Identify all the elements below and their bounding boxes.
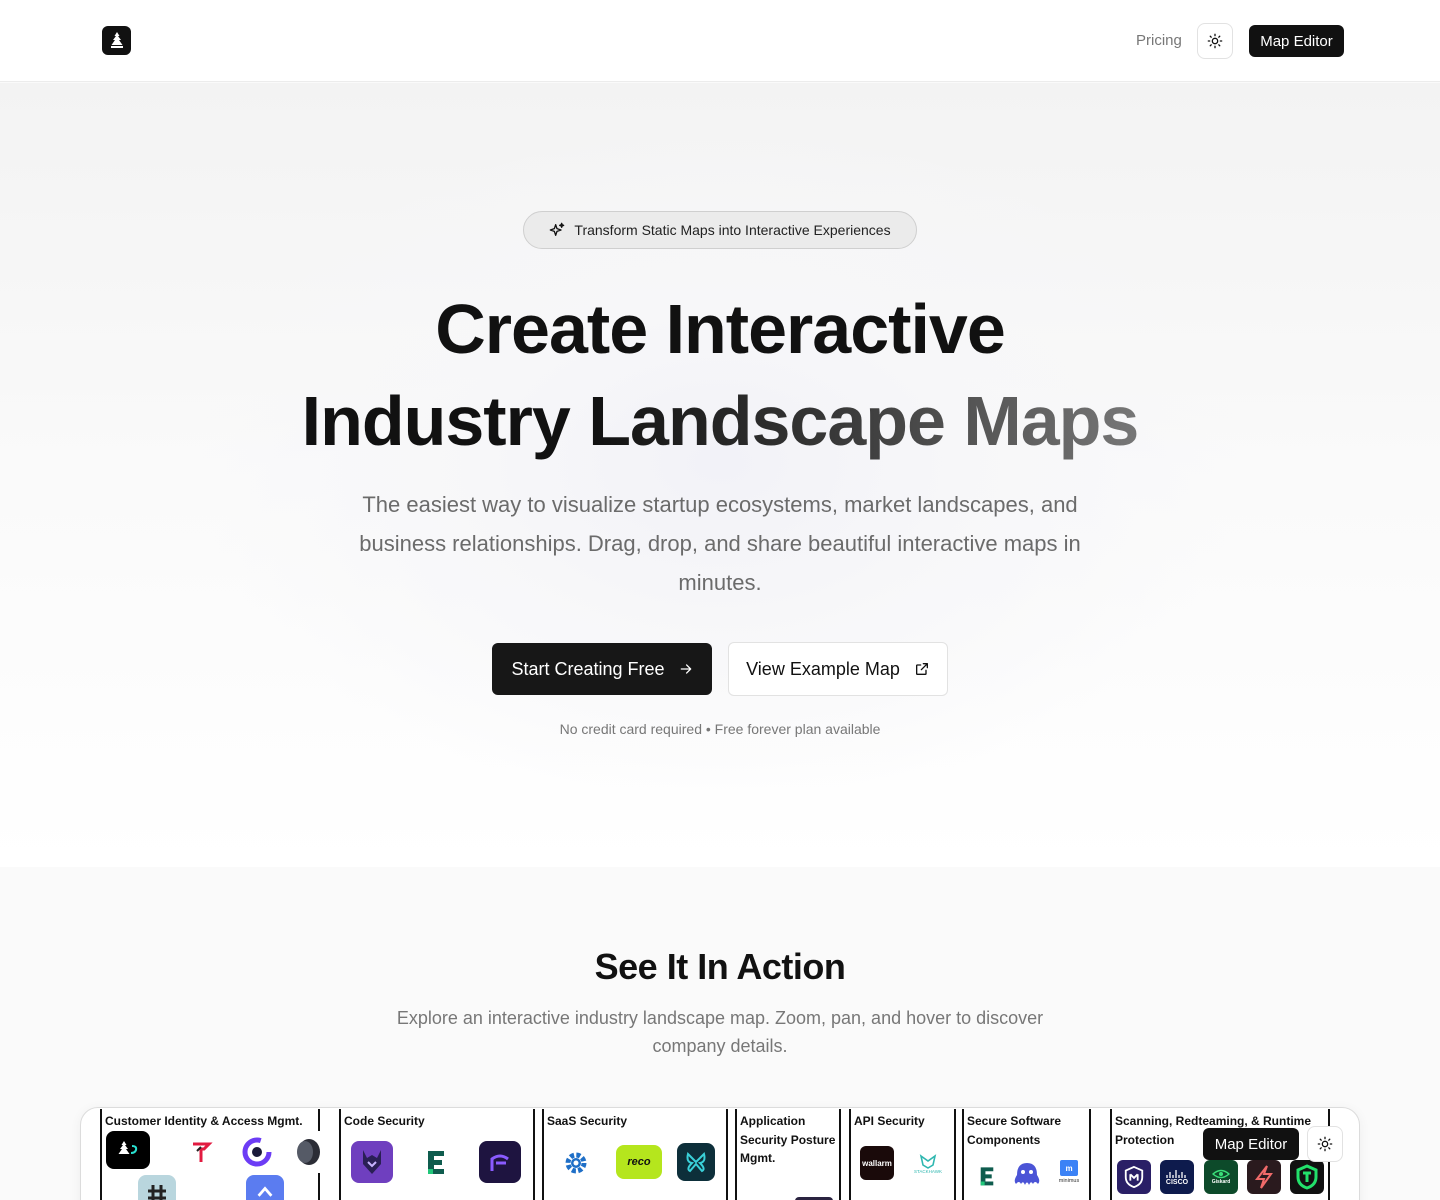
map-editor-button[interactable]: Map Editor <box>1249 25 1344 57</box>
company-logo-tile[interactable] <box>236 1131 278 1173</box>
t-logo-icon <box>193 1142 213 1162</box>
demo-title: See It In Action <box>594 946 846 987</box>
wallarm-logo-text: wallarm <box>862 1158 892 1168</box>
map-category-title: Customer Identity & Access Mgmt. <box>105 1114 303 1128</box>
company-logo-tile[interactable] <box>415 1141 457 1183</box>
sun-icon <box>1207 33 1223 49</box>
start-creating-button[interactable]: Start Creating Free <box>492 643 712 695</box>
company-logo-tile[interactable] <box>138 1175 176 1200</box>
minimus-logo-text: minimus <box>1058 1178 1080 1184</box>
company-logo-tile[interactable]: STACKHAWK <box>911 1146 945 1180</box>
nav-pricing-link[interactable]: Pricing <box>1136 32 1182 49</box>
minimus-mark-icon: m <box>1060 1160 1078 1176</box>
landscape-map-preview[interactable]: Customer Identity & Access Mgmt. Code Se… <box>80 1107 1360 1200</box>
c-ring-logo-icon <box>242 1137 272 1167</box>
giskard-logo-text: Giskard <box>1211 1179 1231 1185</box>
map-category-title: Application Security Posture Mgmt. <box>740 1114 836 1165</box>
e-logo-icon <box>980 1167 994 1186</box>
company-logo-tile[interactable] <box>106 1131 150 1169</box>
company-logo-tile[interactable]: Giskard <box>1204 1160 1238 1194</box>
company-logo-tile[interactable] <box>351 1141 393 1183</box>
map-category-saas-security[interactable]: SaaS Security reco <box>542 1109 728 1200</box>
company-logo-tile[interactable] <box>1117 1160 1151 1194</box>
stackhawk-logo-text: STACKHAWK <box>913 1168 942 1174</box>
company-logo-tile[interactable]: wallarm <box>860 1146 894 1180</box>
hero-note: No credit card required • Free forever p… <box>559 721 881 737</box>
view-example-map-button[interactable]: View Example Map <box>728 642 948 696</box>
company-logo-tile[interactable] <box>479 1141 521 1183</box>
map-category-api-security[interactable]: API Security wallarm STACKHAWK <box>849 1109 956 1200</box>
eye-logo-icon <box>1212 1169 1230 1179</box>
reco-logo-text: reco <box>627 1156 651 1168</box>
start-creating-label: Start Creating Free <box>511 658 665 679</box>
company-logo-tile[interactable] <box>288 1131 330 1173</box>
hero-title-gradient: Landscape Maps <box>588 382 1139 460</box>
oval-logo-icon <box>297 1139 320 1165</box>
octopus-logo-icon <box>1014 1163 1040 1185</box>
map-category-title: Secure Software Components <box>967 1114 1062 1147</box>
company-logo-tile[interactable] <box>1247 1160 1281 1194</box>
company-logo-tile[interactable] <box>1010 1157 1044 1191</box>
company-logo-tile[interactable]: reco <box>616 1145 662 1179</box>
company-logo-tile[interactable] <box>677 1143 715 1181</box>
tree-logo-icon <box>118 1141 138 1154</box>
gear-logo-icon <box>565 1152 587 1174</box>
cisco-logo-text: CISCO <box>1165 1178 1189 1186</box>
shield-logo-icon <box>1124 1165 1144 1189</box>
butterfly-logo-icon <box>686 1152 706 1173</box>
arrow-right-icon <box>680 664 691 674</box>
demo-subtitle: Explore an interactive industry landscap… <box>396 1008 1044 1056</box>
map-category-title: SaaS Security <box>547 1114 628 1128</box>
shield-check-logo-icon <box>1296 1164 1318 1190</box>
map-category-title: API Security <box>854 1114 925 1128</box>
map-category-title: Code Security <box>344 1114 425 1128</box>
company-logo-tile[interactable] <box>554 1145 598 1181</box>
map-theme-toggle-button[interactable] <box>1307 1126 1343 1162</box>
bolt-logo-icon <box>1254 1165 1273 1189</box>
e-logo-icon <box>428 1151 444 1174</box>
tree-logo-icon[interactable] <box>102 26 131 55</box>
sun-icon <box>1317 1136 1333 1152</box>
chevron-logo-icon <box>257 1186 273 1197</box>
company-logo-tile[interactable]: m minimus <box>1052 1155 1086 1189</box>
hero-title-line1: Create Interactive <box>435 290 1006 368</box>
company-logo-tile[interactable] <box>246 1175 284 1200</box>
map-category-aspm[interactable]: Application Security Posture Mgmt. <box>735 1109 841 1200</box>
map-category-ciam[interactable]: Customer Identity & Access Mgmt. <box>100 1109 330 1200</box>
theme-toggle-button[interactable] <box>1197 23 1233 59</box>
announcement-text: Transform Static Maps into Interactive E… <box>574 222 891 238</box>
hawk-logo-icon <box>919 1153 937 1169</box>
map-category-secure-software-components[interactable]: Secure Software Components m minimus <box>962 1109 1091 1200</box>
hero-section: Transform Static Maps into Interactive E… <box>0 83 1440 867</box>
map-category-code-security[interactable]: Code Security <box>339 1109 535 1200</box>
cisco-bars-icon <box>1166 1169 1186 1178</box>
hero-title: Create Interactive Industry Landscape Ma… <box>220 283 1220 467</box>
company-logo-tile[interactable]: CISCO <box>1160 1160 1194 1194</box>
company-logo-tile[interactable] <box>1290 1160 1324 1194</box>
external-link-icon <box>915 663 928 675</box>
hero-title-word-industry: Industry <box>301 382 571 460</box>
hash-logo-icon <box>148 1185 166 1200</box>
company-logo-tile[interactable] <box>970 1159 1004 1193</box>
announcement-pill[interactable]: Transform Static Maps into Interactive E… <box>523 211 917 249</box>
company-logo-tile[interactable] <box>184 1135 218 1169</box>
hero-title-line2: Industry Landscape Maps <box>220 375 1220 467</box>
view-example-map-label: View Example Map <box>746 658 900 679</box>
sparkles-icon <box>550 222 565 236</box>
dog-logo-icon <box>363 1150 381 1174</box>
map-editor-overlay-button[interactable]: Map Editor <box>1203 1128 1299 1160</box>
f-arch-logo-icon <box>490 1154 509 1171</box>
hero-subtitle: The easiest way to visualize startup eco… <box>359 492 1081 595</box>
site-header: Pricing Map Editor <box>0 0 1440 82</box>
